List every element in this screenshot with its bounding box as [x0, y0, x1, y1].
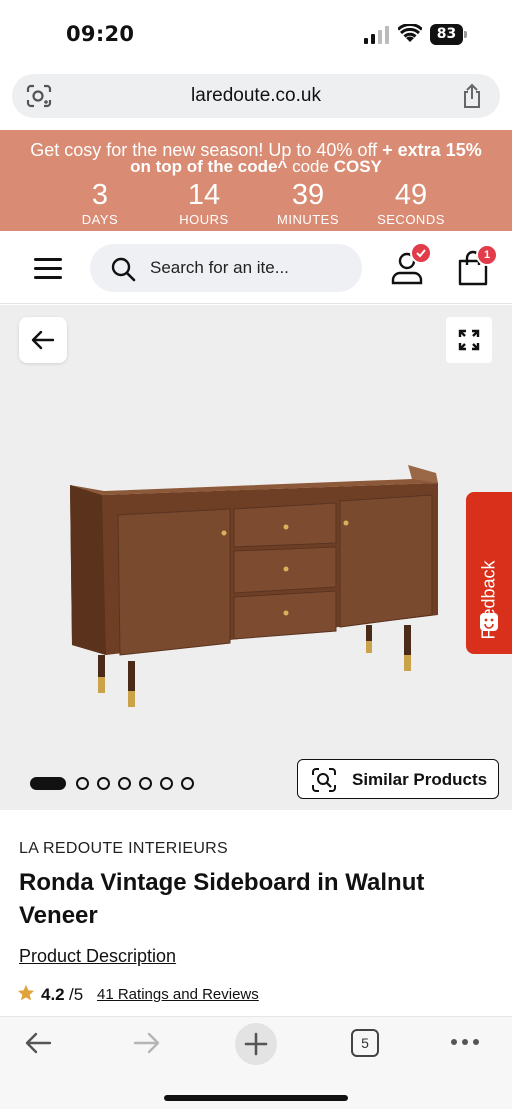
logged-in-check-badge [410, 242, 432, 264]
countdown-days: 3 DAYS [81, 179, 119, 227]
share-icon[interactable] [460, 83, 484, 109]
feedback-tab[interactable]: Feedback [466, 492, 512, 654]
countdown-hours: 14 HOURS [179, 179, 229, 227]
more-options-icon[interactable] [450, 1037, 480, 1047]
back-arrow-icon[interactable] [24, 1031, 52, 1055]
tab-switcher-button[interactable]: 5 [351, 1029, 379, 1057]
arrow-left-icon [31, 330, 55, 350]
browser-toolbar: 5 [0, 1016, 512, 1109]
home-indicator[interactable] [164, 1095, 348, 1101]
new-tab-button[interactable] [235, 1023, 277, 1065]
search-icon [111, 257, 136, 282]
signal-icon [364, 26, 389, 44]
rating-max: /5 [69, 985, 84, 1004]
site-header: Search for an ite... 1 [0, 232, 512, 304]
pagination-dot[interactable] [160, 777, 173, 790]
promo-subline: on top of the code^ code COSY [130, 157, 382, 176]
product-brand[interactable]: LA REDOUTE INTERIEURS [19, 840, 228, 858]
countdown-timer: 3 DAYS 14 HOURS 39 MINUTES 49 SECONDS [0, 180, 512, 228]
smiley-icon [480, 613, 498, 631]
similar-products-label: Similar Products [352, 770, 488, 789]
product-gallery[interactable]: Feedback Similar Products [0, 305, 512, 810]
pagination-dot[interactable] [76, 777, 89, 790]
promo-banner[interactable]: Get cosy for the new season! Up to 40% o… [0, 130, 512, 231]
battery-level: 83 [430, 24, 463, 45]
pagination-dot[interactable] [118, 777, 131, 790]
similar-products-button[interactable]: Similar Products [297, 759, 499, 799]
pagination-dot[interactable] [181, 777, 194, 790]
gallery-back-button[interactable] [19, 317, 67, 363]
cart-count-badge: 1 [476, 244, 498, 266]
status-time: 09:20 [66, 22, 135, 46]
search-input[interactable]: Search for an ite... [90, 244, 362, 292]
countdown-minutes: 39 MINUTES [277, 179, 339, 227]
countdown-seconds: 49 SECONDS [377, 179, 445, 227]
product-title: Ronda Vintage Sideboard in Walnut Veneer [19, 869, 425, 929]
reviews-link[interactable]: 41 Ratings and Reviews [97, 986, 259, 1003]
address-bar[interactable]: laredoute.co.uk [12, 74, 500, 118]
product-description-link[interactable]: Product Description [19, 946, 176, 967]
forward-arrow-icon[interactable] [133, 1031, 161, 1055]
pagination-dot-active[interactable] [30, 777, 66, 790]
check-icon [416, 249, 426, 258]
visual-search-icon [312, 768, 336, 792]
wifi-icon [398, 24, 422, 42]
hamburger-menu-icon[interactable] [34, 258, 62, 280]
plus-icon [244, 1032, 268, 1056]
search-placeholder: Search for an ite... [150, 258, 289, 277]
fullscreen-button[interactable] [446, 317, 492, 363]
rating-value: 4.2 [41, 985, 65, 1004]
url-text[interactable]: laredoute.co.uk [12, 85, 500, 107]
star-icon [17, 984, 35, 1001]
pagination-dot[interactable] [139, 777, 152, 790]
status-bar: 09:20 83 [0, 0, 512, 70]
pagination-dot[interactable] [97, 777, 110, 790]
sideboard-product-image[interactable] [60, 455, 450, 715]
expand-icon [458, 329, 480, 351]
battery-icon: 83 [430, 24, 468, 46]
